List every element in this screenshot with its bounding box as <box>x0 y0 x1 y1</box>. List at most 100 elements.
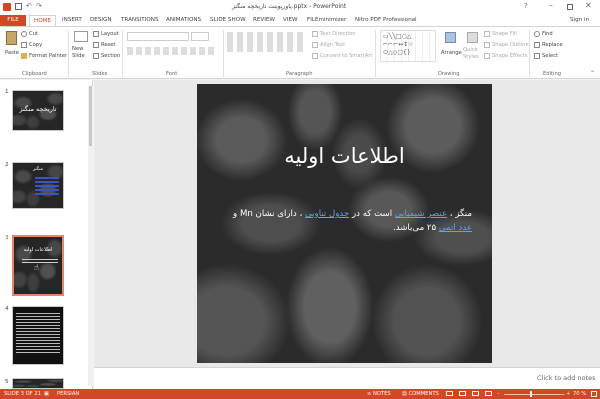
tab-review[interactable]: REVIEW <box>253 15 275 26</box>
paste-button[interactable]: Paste <box>3 30 20 60</box>
thumbnail-bullets <box>35 177 59 197</box>
cut-button[interactable]: Cut <box>21 30 38 38</box>
tab-insert[interactable]: INSERT <box>62 15 82 26</box>
font-group-label: Font <box>166 71 178 77</box>
reset-icon <box>93 41 99 48</box>
sign-in-link[interactable]: Sign in <box>570 15 589 26</box>
collapse-ribbon-icon[interactable]: ⌃ <box>590 70 595 77</box>
drawing-group-label: Drawing <box>438 71 460 77</box>
language-indicator[interactable]: PERSIAN <box>57 389 79 399</box>
thumbnail-title: تاریخچه منگنز <box>19 105 57 113</box>
tab-fileminimizer[interactable]: FILEminimizer <box>307 15 346 26</box>
tab-slide-show[interactable]: SLIDE SHOW <box>210 15 246 26</box>
align-text-icon <box>312 41 318 48</box>
slides-group-label: Slides <box>92 71 108 77</box>
shape-outline-button[interactable]: Shape Outline <box>484 41 529 49</box>
shape-fill-button[interactable]: Shape Fill <box>484 30 517 38</box>
undo-icon[interactable]: ↶ <box>26 2 32 10</box>
cursor-icon <box>534 52 540 59</box>
align-text-button[interactable]: Align Text <box>312 41 345 49</box>
find-button[interactable]: Find <box>534 30 553 38</box>
body-text: ۲۵ می‌باشد. <box>392 223 439 233</box>
arrange-button[interactable]: Arrange <box>440 30 462 64</box>
current-slide[interactable]: اطلاعات اولیه منگز ، عنصر شیمیایی است که… <box>197 84 492 363</box>
spelling-icon[interactable]: ▣ <box>44 389 49 399</box>
notes-placeholder: Click to add notes <box>537 374 596 382</box>
copy-button[interactable]: Copy <box>21 41 42 49</box>
redo-icon[interactable]: ↷ <box>36 2 42 10</box>
quick-styles-button[interactable]: Quick Styles <box>462 30 484 68</box>
font-name-dropdown[interactable] <box>127 32 189 41</box>
shapes-gallery[interactable]: ▭╲╲□○△ ⌐⌐⌐↔↕☆ ⬭△◇▢{} <box>380 30 436 62</box>
tab-design[interactable]: DESIGN <box>90 15 112 26</box>
slide-title[interactable]: اطلاعات اولیه <box>197 144 492 168</box>
thumbnail-scrollbar[interactable] <box>88 86 93 386</box>
zoom-slider-thumb[interactable] <box>530 391 532 397</box>
arrange-icon <box>445 32 456 43</box>
slide-thumbnail-4[interactable] <box>12 306 64 365</box>
slideshow-icon[interactable] <box>485 391 492 396</box>
close-icon[interactable]: ✕ <box>585 1 592 10</box>
comments-button[interactable]: ▤ COMMENTS <box>402 389 439 399</box>
scrollbar-thumb[interactable] <box>89 86 92 146</box>
slide-thumbnail-1[interactable]: تاریخچه منگنز <box>12 90 64 131</box>
zoom-out-icon[interactable]: – <box>497 389 500 399</box>
clipboard-icon <box>6 31 17 45</box>
reading-view-icon[interactable] <box>472 391 479 396</box>
thumbnail-number: 3 <box>5 235 9 241</box>
body-text: است که در <box>349 209 395 219</box>
layout-icon <box>93 30 99 37</box>
slide-thumbnail-5[interactable] <box>12 378 64 389</box>
body-text: منگز ، <box>447 209 472 219</box>
notes-button[interactable]: ≡ NOTES <box>367 389 391 399</box>
slide-body-text[interactable]: منگز ، عنصر شیمیایی است که در جدول تناوب… <box>217 207 472 235</box>
minimize-icon[interactable]: – <box>549 1 553 10</box>
section-button[interactable]: Section <box>93 52 120 60</box>
atomic-number-link[interactable]: عدد اتمی <box>439 223 472 233</box>
thumbnail-title: اطلاعات اولیه <box>23 247 53 253</box>
layout-button[interactable]: Layout <box>93 30 119 38</box>
select-button[interactable]: Select <box>534 52 558 60</box>
symbol-text: Mn <box>239 209 253 219</box>
tab-home[interactable]: HOME <box>29 15 56 26</box>
new-slide-label: New Slide <box>72 46 85 59</box>
tab-transitions[interactable]: TRANSITIONS <box>121 15 159 26</box>
slide-thumbnails-panel: 1 تاریخچه منگنز 2 منگنز 3 اطلاعات اولیه … <box>0 80 93 389</box>
normal-view-icon[interactable] <box>446 391 453 396</box>
maximize-icon[interactable] <box>567 4 573 10</box>
new-slide-icon <box>74 31 88 42</box>
tab-animations[interactable]: ANIMATIONS <box>166 15 201 26</box>
convert-smartart-button[interactable]: Convert to SmartArt <box>312 52 372 60</box>
tab-nitro-pdf[interactable]: Nitro PDF Professional <box>355 15 417 26</box>
group-divider <box>375 30 376 77</box>
tab-view[interactable]: VIEW <box>283 15 298 26</box>
thumbnail-number: 2 <box>5 162 9 168</box>
element-link[interactable]: عنصر شیمیایی <box>395 209 447 219</box>
thumbnail-text-lines <box>16 313 60 353</box>
slide-thumbnail-2[interactable]: منگنز <box>12 162 64 209</box>
zoom-level[interactable]: 70 % <box>573 389 586 399</box>
notes-pane[interactable]: Click to add notes <box>94 367 600 389</box>
slide-sorter-icon[interactable] <box>459 391 466 396</box>
thumbnail-title: منگنز <box>32 167 44 172</box>
text-direction-button[interactable]: Text Direction <box>312 30 356 38</box>
new-slide-button[interactable]: New Slide <box>71 30 91 64</box>
replace-button[interactable]: Replace <box>534 41 563 49</box>
font-format-buttons[interactable] <box>127 47 217 55</box>
save-icon[interactable] <box>15 3 22 10</box>
paragraph-format-buttons[interactable] <box>227 32 307 52</box>
periodic-table-link[interactable]: جدول تناوبی <box>305 209 349 219</box>
tab-file[interactable]: FILE <box>0 15 26 26</box>
zoom-slider[interactable] <box>504 394 564 395</box>
font-size-dropdown[interactable] <box>191 32 209 41</box>
shapes-icon: ▭╲╲□○△ ⌐⌐⌐↔↕☆ ⬭△◇▢{} <box>383 33 414 56</box>
slide-thumbnail-3-selected[interactable]: اطلاعات اولیه ☝ <box>12 235 64 296</box>
fit-slide-icon[interactable] <box>591 391 597 397</box>
outline-icon <box>484 41 490 48</box>
format-painter-button[interactable]: Format Painter <box>21 52 67 60</box>
section-icon <box>93 52 99 59</box>
shape-effects-button[interactable]: Shape Effects <box>484 52 528 60</box>
reset-button[interactable]: Reset <box>93 41 116 49</box>
zoom-in-icon[interactable]: + <box>566 389 570 399</box>
help-icon[interactable]: ? <box>524 2 528 10</box>
